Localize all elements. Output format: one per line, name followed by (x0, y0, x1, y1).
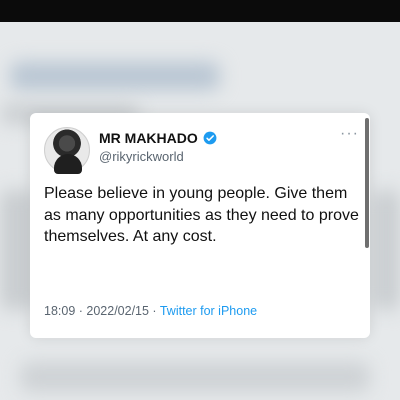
scrollbar-thumb[interactable] (365, 118, 369, 248)
more-options-icon[interactable]: ··· (340, 125, 359, 143)
blurred-right-edge (372, 190, 400, 310)
tweet-meta: 18:09 · 2022/02/15 · Twitter for iPhone (44, 304, 257, 318)
tweet-source-link[interactable]: Twitter for iPhone (160, 304, 257, 318)
blurred-header (10, 62, 220, 90)
tweet-time[interactable]: 18:09 (44, 304, 75, 318)
meta-separator: · (75, 304, 87, 318)
user-handle[interactable]: @rikyrickworld (99, 149, 184, 164)
verified-badge-icon (203, 131, 217, 145)
blurred-footer (20, 362, 370, 392)
tweet-card[interactable]: MR MAKHADO @rikyrickworld ··· Please bel… (30, 113, 370, 338)
display-name[interactable]: MR MAKHADO (99, 130, 198, 146)
top-bar (0, 0, 400, 22)
meta-separator: · (148, 304, 160, 318)
tweet-text: Please believe in young people. Give the… (44, 185, 359, 245)
display-name-row[interactable]: MR MAKHADO (99, 130, 217, 146)
profile-avatar[interactable] (44, 127, 90, 174)
tweet-date[interactable]: 2022/02/15 (86, 304, 149, 318)
